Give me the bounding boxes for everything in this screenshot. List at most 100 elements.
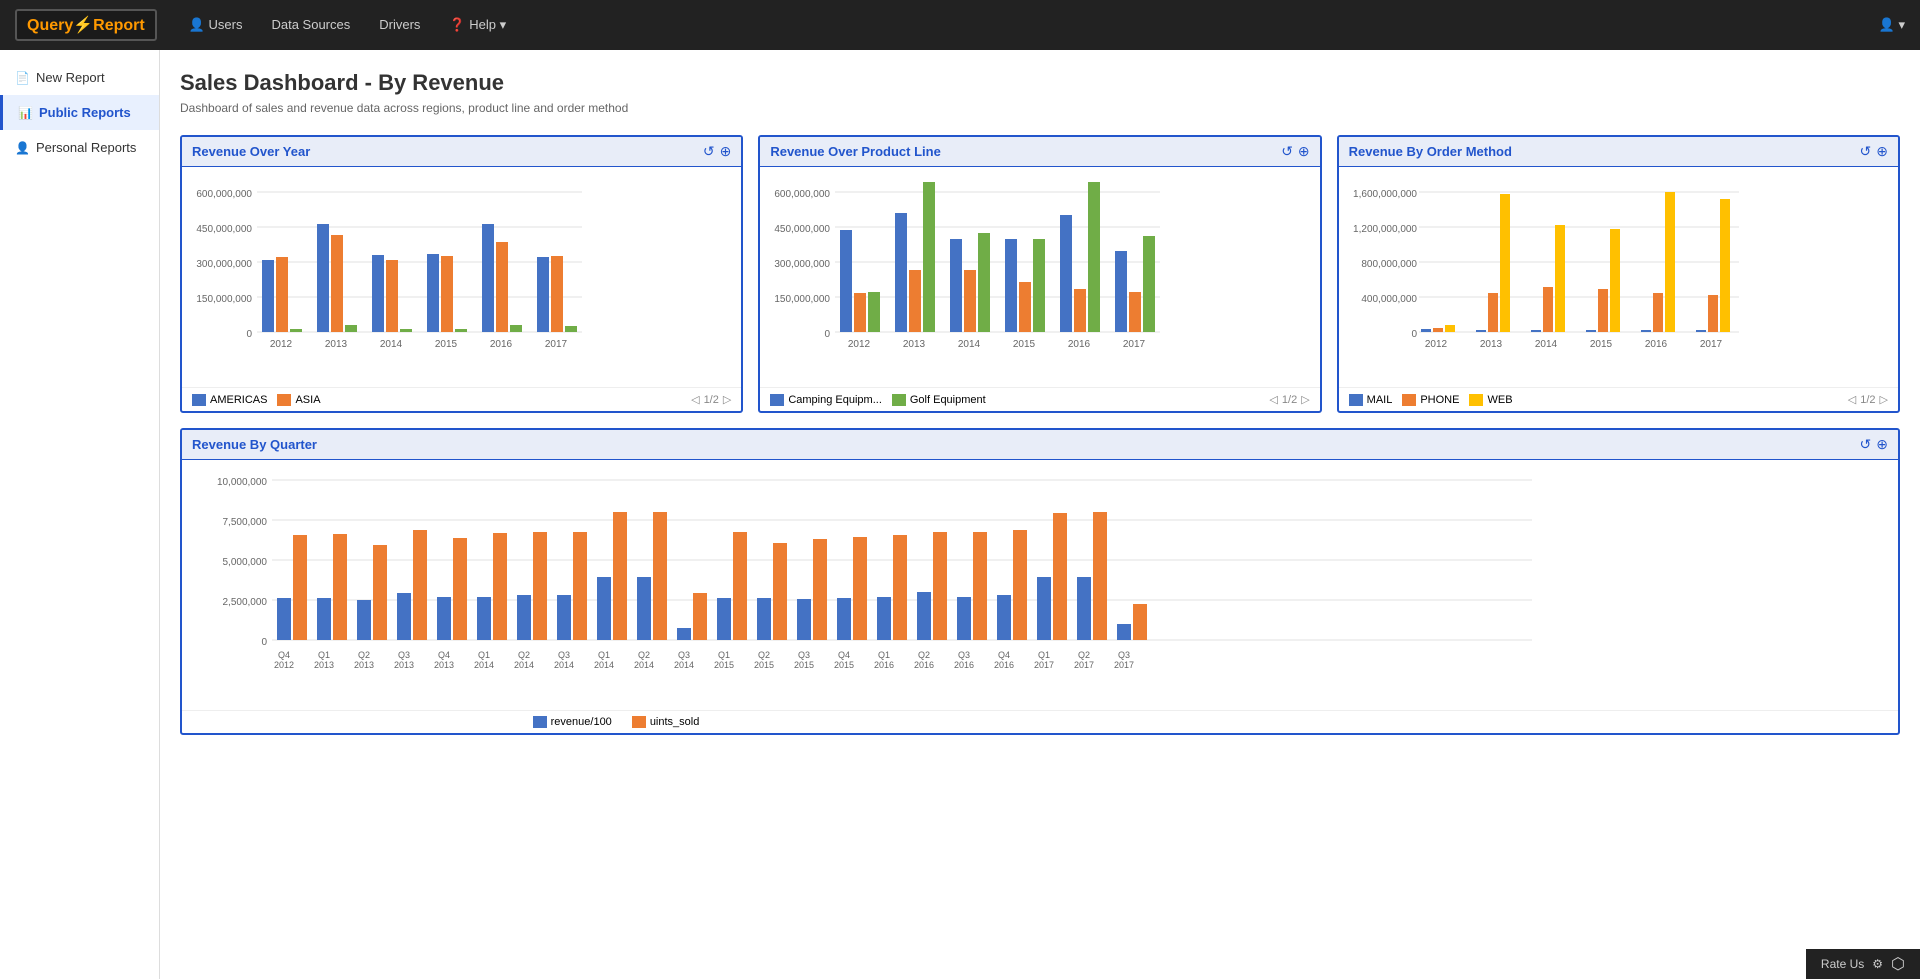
chart-revenue-product-line: Revenue Over Product Line ↺ ⊕ 600,000,00… — [758, 135, 1321, 413]
brand-report: Report — [93, 17, 145, 34]
settings-icon-product[interactable]: ⊕ — [1298, 143, 1310, 160]
user-menu[interactable]: 👤 ▾ — [1879, 17, 1905, 33]
legend-golf: Golf Equipment — [892, 394, 986, 406]
svg-text:400,000,000: 400,000,000 — [1361, 294, 1417, 305]
sidebar-item-personal-reports[interactable]: 👤 Personal Reports — [0, 130, 159, 165]
svg-text:2017: 2017 — [1114, 660, 1134, 670]
navbar: Query⚡Report 👤 Users Data Sources Driver… — [0, 0, 1920, 50]
chart-header-order: Revenue By Order Method ↺ ⊕ — [1339, 137, 1898, 167]
svg-text:2015: 2015 — [435, 339, 458, 350]
nav-datasources[interactable]: Data Sources — [259, 9, 362, 40]
nav-drivers[interactable]: Drivers — [367, 9, 432, 40]
svg-text:300,000,000: 300,000,000 — [196, 259, 252, 270]
refresh-icon-revenue-year[interactable]: ↺ — [703, 143, 715, 160]
svg-text:2014: 2014 — [514, 660, 534, 670]
legend-label-web: WEB — [1487, 394, 1512, 406]
legend-label-asia: ASIA — [295, 394, 320, 406]
sidebar-label-personal-reports: Personal Reports — [36, 140, 136, 155]
chart-header-product: Revenue Over Product Line ↺ ⊕ — [760, 137, 1319, 167]
legend-next-revenue-year[interactable]: ▷ — [723, 393, 731, 406]
refresh-icon-quarter[interactable]: ↺ — [1860, 436, 1872, 453]
svg-text:5,000,000: 5,000,000 — [223, 557, 268, 568]
svg-text:2012: 2012 — [1425, 339, 1448, 350]
svg-text:2016: 2016 — [994, 660, 1014, 670]
settings-icon-revenue-year[interactable]: ⊕ — [720, 143, 732, 160]
refresh-icon-order[interactable]: ↺ — [1860, 143, 1872, 160]
svg-text:2014: 2014 — [594, 660, 614, 670]
svg-text:Q1: Q1 — [478, 650, 490, 660]
svg-text:0: 0 — [825, 329, 831, 340]
svg-text:2013: 2013 — [1480, 339, 1503, 350]
legend-units-sold: uints_sold — [632, 716, 700, 728]
svg-text:2017: 2017 — [1074, 660, 1094, 670]
svg-text:Q3: Q3 — [398, 650, 410, 660]
legend-label-camping: Camping Equipm... — [788, 394, 882, 406]
rate-us-icon[interactable]: ⚙ — [1872, 957, 1883, 971]
chart-body-order: 1,600,000,000 1,200,000,000 800,000,000 … — [1339, 167, 1898, 387]
svg-text:2015: 2015 — [1013, 339, 1036, 350]
legend-prev-product[interactable]: ◁ — [1269, 393, 1277, 406]
sidebar: 📄 New Report 📊 Public Reports 👤 Personal… — [0, 50, 160, 979]
chart-controls-revenue-year: ↺ ⊕ — [703, 143, 731, 160]
svg-text:2016: 2016 — [874, 660, 894, 670]
svg-text:2013: 2013 — [434, 660, 454, 670]
github-icon[interactable]: ⬡ — [1891, 954, 1905, 974]
chart-controls-product: ↺ ⊕ — [1281, 143, 1309, 160]
legend-nav-revenue-year: ◁ 1/2 ▷ — [691, 393, 731, 406]
svg-text:2013: 2013 — [354, 660, 374, 670]
svg-text:2015: 2015 — [834, 660, 854, 670]
chart-svg-product: 600,000,000 450,000,000 300,000,000 150,… — [770, 177, 1160, 377]
sidebar-item-public-reports[interactable]: 📊 Public Reports — [0, 95, 159, 130]
sidebar-item-new-report[interactable]: 📄 New Report — [0, 60, 159, 95]
svg-text:150,000,000: 150,000,000 — [196, 294, 252, 305]
svg-text:600,000,000: 600,000,000 — [196, 189, 252, 200]
legend-next-product[interactable]: ▷ — [1301, 393, 1309, 406]
chart-legend-revenue-year: AMERICAS ASIA ◁ 1/2 ▷ — [182, 387, 741, 411]
nav-users[interactable]: 👤 Users — [177, 9, 255, 41]
svg-text:0: 0 — [1411, 329, 1417, 340]
chart-title-revenue-year: Revenue Over Year — [192, 144, 310, 159]
chart-title-order: Revenue By Order Method — [1349, 144, 1512, 159]
svg-text:Q3: Q3 — [558, 650, 570, 660]
legend-label-mail: MAIL — [1367, 394, 1393, 406]
svg-text:Q1: Q1 — [598, 650, 610, 660]
legend-prev-revenue-year[interactable]: ◁ — [691, 393, 699, 406]
legend-label-golf: Golf Equipment — [910, 394, 986, 406]
chart-legend-product: Camping Equipm... Golf Equipment ◁ 1/2 ▷ — [760, 387, 1319, 411]
svg-text:2017: 2017 — [545, 339, 568, 350]
legend-prev-order[interactable]: ◁ — [1848, 393, 1856, 406]
svg-text:2012: 2012 — [848, 339, 871, 350]
svg-text:2014: 2014 — [554, 660, 574, 670]
chart-header-revenue-year: Revenue Over Year ↺ ⊕ — [182, 137, 741, 167]
svg-text:Q4: Q4 — [998, 650, 1010, 660]
legend-asia: ASIA — [277, 394, 320, 406]
svg-text:2012: 2012 — [274, 660, 294, 670]
legend-page-order: 1/2 — [1860, 394, 1875, 406]
rate-us-label[interactable]: Rate Us — [1821, 957, 1864, 971]
legend-color-camping — [770, 394, 784, 406]
svg-text:Q2: Q2 — [358, 650, 370, 660]
legend-americas: AMERICAS — [192, 394, 267, 406]
nav-menu: 👤 Users Data Sources Drivers ❓ Help ▾ — [177, 9, 518, 41]
main-content: Sales Dashboard - By Revenue Dashboard o… — [160, 50, 1920, 979]
chart-body-product: 600,000,000 450,000,000 300,000,000 150,… — [760, 167, 1319, 387]
chart-revenue-quarter: Revenue By Quarter ↺ ⊕ 10,000,000 7,500,… — [180, 428, 1900, 735]
nav-help[interactable]: ❓ Help ▾ — [437, 9, 518, 41]
chart-body-quarter: 10,000,000 7,500,000 5,000,000 2,500,000… — [182, 460, 1898, 710]
sidebar-label-public-reports: Public Reports — [39, 105, 131, 120]
settings-icon-quarter[interactable]: ⊕ — [1876, 436, 1888, 453]
brand-logo[interactable]: Query⚡Report — [15, 9, 157, 41]
chart-svg-revenue-year: 600,000,000 450,000,000 300,000,000 150,… — [192, 177, 582, 377]
svg-text:2014: 2014 — [474, 660, 494, 670]
legend-page-product: 1/2 — [1282, 394, 1297, 406]
legend-mail: MAIL — [1349, 394, 1393, 406]
refresh-icon-product[interactable]: ↺ — [1281, 143, 1293, 160]
svg-text:2017: 2017 — [1700, 339, 1723, 350]
settings-icon-order[interactable]: ⊕ — [1876, 143, 1888, 160]
legend-label-americas: AMERICAS — [210, 394, 267, 406]
chart-revenue-order-method: Revenue By Order Method ↺ ⊕ 1,600,000,00… — [1337, 135, 1900, 413]
svg-text:2016: 2016 — [490, 339, 513, 350]
chart-legend-order: MAIL PHONE WEB ◁ 1/2 ▷ — [1339, 387, 1898, 411]
chart-title-quarter: Revenue By Quarter — [192, 437, 317, 452]
legend-next-order[interactable]: ▷ — [1880, 393, 1888, 406]
